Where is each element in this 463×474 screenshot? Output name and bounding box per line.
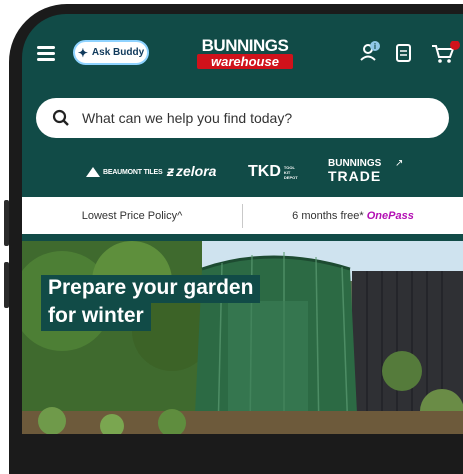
- ask-buddy-button[interactable]: ✦ Ask Buddy: [73, 40, 149, 65]
- side-button: [4, 200, 9, 246]
- logo-top-text: BUNNINGS: [201, 36, 289, 55]
- menu-icon[interactable]: [37, 46, 55, 61]
- hero-banner[interactable]: Prepare your garden for winter: [22, 241, 463, 434]
- partner-brands: BEAUMONT TILES ƶ zelora TKD TOOL KIT DEP…: [22, 154, 463, 194]
- ask-buddy-label: Ask Buddy: [91, 47, 145, 58]
- cart-icon[interactable]: [430, 41, 460, 65]
- bunnings-logo[interactable]: BUNNINGS warehouse: [195, 37, 295, 71]
- search-input[interactable]: [80, 109, 424, 127]
- plus-icon: ✦: [77, 45, 88, 60]
- zelora-logo[interactable]: ƶ zelora: [167, 163, 216, 179]
- lowest-price-link[interactable]: Lowest Price Policy^: [22, 210, 242, 222]
- app-screen: ✦ Ask Buddy BUNNINGS warehouse i What ca…: [22, 14, 463, 434]
- search-icon: [52, 109, 69, 126]
- svg-text:i: i: [374, 42, 376, 51]
- list-icon[interactable]: [395, 43, 413, 63]
- beaumont-mark-icon: [86, 167, 100, 177]
- external-link-icon: ↗: [395, 158, 404, 169]
- hero-title-line2: for winter: [41, 303, 151, 331]
- promo-strip: Lowest Price Policy^ 6 months free* OneP…: [22, 197, 463, 234]
- onepass-link[interactable]: 6 months free* OnePass: [243, 210, 463, 222]
- beaumont-tiles-logo[interactable]: BEAUMONT TILES: [85, 166, 163, 178]
- tkd-logo[interactable]: TKD TOOL KIT DEPOT: [248, 163, 302, 181]
- zelora-mark-icon: ƶ: [167, 163, 174, 179]
- search-bar[interactable]: [36, 98, 449, 138]
- hero-title-line1: Prepare your garden: [41, 275, 261, 303]
- app-header: ✦ Ask Buddy BUNNINGS warehouse i: [22, 14, 463, 86]
- bunnings-trade-logo[interactable]: BUNNINGS TRADE: [328, 158, 381, 183]
- logo-bottom-text: warehouse: [197, 54, 293, 69]
- garden-greenhouse-image: [22, 241, 463, 434]
- account-icon[interactable]: i: [358, 40, 382, 64]
- side-button: [4, 262, 9, 308]
- onepass-brand: OnePass: [366, 209, 414, 222]
